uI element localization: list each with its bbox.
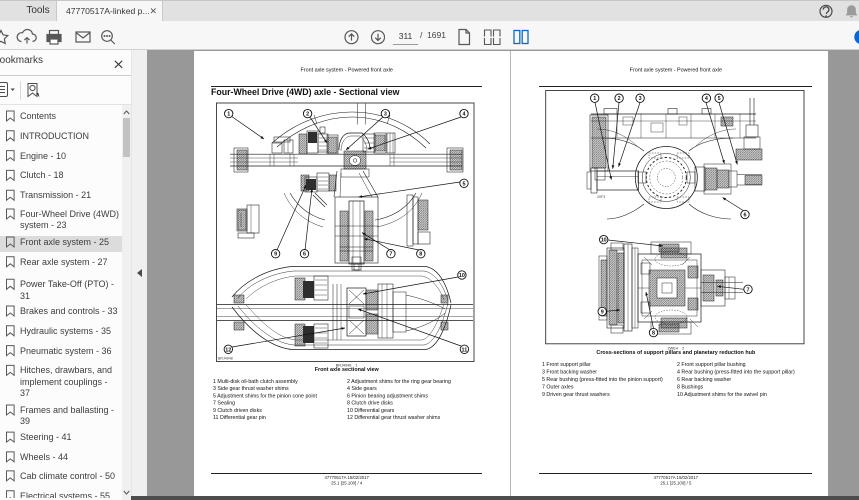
- svg-text:10: 10: [459, 273, 465, 279]
- svg-text:5: 5: [463, 181, 466, 187]
- svg-text:20F3: 20F3: [597, 195, 605, 199]
- svg-text:10: 10: [601, 238, 607, 244]
- svg-text:5: 5: [718, 96, 721, 102]
- svg-text:1: 1: [593, 96, 596, 102]
- svg-text:9: 9: [274, 252, 277, 258]
- svg-text:8: 8: [419, 252, 422, 258]
- svg-text:6: 6: [744, 213, 747, 219]
- svg-text:7: 7: [747, 287, 750, 293]
- svg-text:4: 4: [705, 96, 708, 102]
- svg-text:2: 2: [306, 112, 309, 118]
- svg-text:4: 4: [463, 112, 466, 118]
- svg-text:8: 8: [652, 331, 655, 337]
- svg-text:12: 12: [225, 347, 231, 353]
- svg-text:9: 9: [601, 310, 604, 316]
- svg-text:6: 6: [303, 252, 306, 258]
- svg-text:3: 3: [639, 96, 642, 102]
- svg-text:BRJ4948: BRJ4948: [218, 357, 233, 361]
- svg-text:7: 7: [389, 252, 392, 258]
- svg-text:3: 3: [384, 112, 387, 118]
- svg-text:2: 2: [618, 96, 621, 102]
- svg-text:11: 11: [462, 347, 468, 353]
- svg-text:1: 1: [227, 112, 230, 118]
